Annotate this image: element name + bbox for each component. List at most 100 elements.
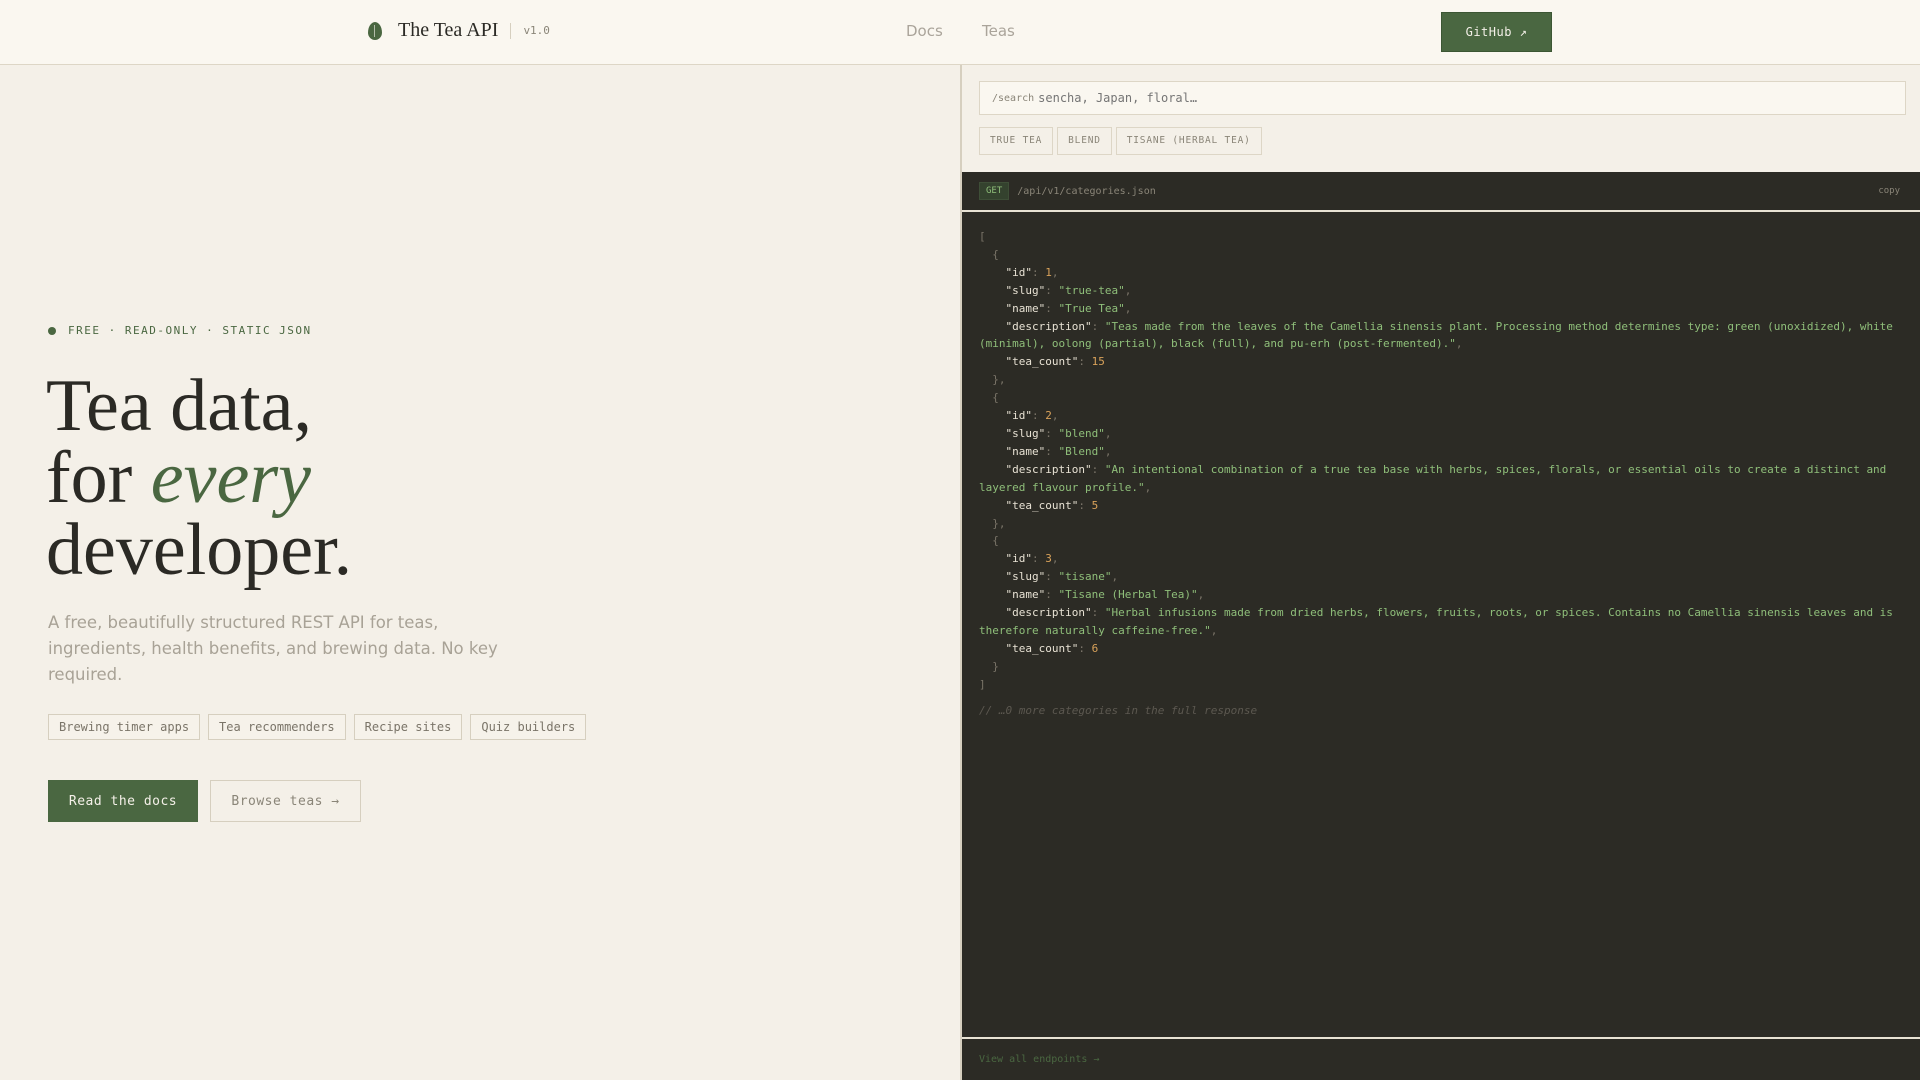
json-comma: , bbox=[1124, 283, 1132, 297]
json-comma: , bbox=[1124, 301, 1132, 315]
json-comment: // …0 more categories in the full respon… bbox=[979, 703, 1258, 717]
json-number: 5 bbox=[1091, 498, 1099, 512]
json-key: "tea_count" bbox=[1005, 355, 1079, 369]
json-key: "description" bbox=[1005, 319, 1092, 333]
filter-blend[interactable]: BLEND bbox=[1057, 127, 1112, 155]
json-brace: }, bbox=[979, 373, 1006, 387]
use-case-chip: Brewing timer apps bbox=[48, 714, 201, 740]
filter-true-tea[interactable]: TRUE TEA bbox=[979, 127, 1054, 155]
read-docs-button[interactable]: Read the docs bbox=[48, 780, 198, 822]
brand-link[interactable]: The Tea API v1.0 bbox=[368, 19, 550, 42]
json-comma: , bbox=[1455, 337, 1463, 351]
json-colon: : bbox=[1045, 570, 1059, 584]
json-brace: { bbox=[979, 247, 999, 261]
nav-teas[interactable]: Teas bbox=[982, 22, 1015, 40]
json-comma: , bbox=[1104, 426, 1112, 440]
hero: FREE · READ-ONLY · STATIC JSON Tea data,… bbox=[0, 65, 960, 1080]
json-string: "tisane" bbox=[1058, 570, 1112, 584]
copy-button[interactable]: copy bbox=[1878, 186, 1900, 196]
endpoint-bar: GET /api/v1/categories.json copy bbox=[962, 172, 1920, 212]
search-bar[interactable]: /search bbox=[979, 81, 1906, 115]
json-colon: : bbox=[1078, 641, 1092, 655]
title-line-3: developer. bbox=[46, 509, 353, 591]
json-key: "slug" bbox=[1005, 283, 1046, 297]
json-colon: : bbox=[1091, 319, 1105, 333]
json-colon: : bbox=[1045, 426, 1059, 440]
github-button[interactable]: GitHub ↗ bbox=[1441, 12, 1552, 52]
use-case-chip: Quiz builders bbox=[470, 714, 587, 740]
json-number: 6 bbox=[1091, 641, 1099, 655]
view-endpoints-link[interactable]: View all endpoints → bbox=[962, 1037, 1920, 1080]
json-brace: { bbox=[979, 534, 999, 548]
json-comma: , bbox=[1210, 623, 1218, 637]
leaf-logo-icon bbox=[368, 21, 382, 40]
json-colon: : bbox=[1032, 552, 1046, 566]
json-response: [ { "id": 1, "slug": "true-tea", "name":… bbox=[962, 212, 1920, 735]
tagline: FREE · READ-ONLY · STATIC JSON bbox=[48, 324, 312, 337]
json-key: "slug" bbox=[1005, 570, 1046, 584]
json-colon: : bbox=[1032, 265, 1046, 279]
hero-lead: A free, beautifully structured REST API … bbox=[48, 613, 498, 684]
json-colon: : bbox=[1045, 444, 1059, 458]
json-colon: : bbox=[1045, 301, 1059, 315]
version-badge: v1.0 bbox=[510, 22, 550, 39]
json-string: "Teas made from the leaves of the Camell… bbox=[979, 319, 1900, 351]
json-comma: , bbox=[1111, 570, 1119, 584]
json-key: "tea_count" bbox=[1005, 498, 1079, 512]
json-key: "description" bbox=[1005, 606, 1092, 620]
category-filters: TRUE TEA BLEND TISANE (HERBAL TEA) bbox=[979, 127, 1262, 155]
json-colon: : bbox=[1045, 588, 1059, 602]
json-brace: { bbox=[979, 391, 999, 405]
json-bracket: [ bbox=[979, 230, 986, 243]
endpoint-path: /api/v1/categories.json bbox=[1017, 185, 1156, 197]
brand-name: The Tea API bbox=[398, 19, 499, 41]
json-colon: : bbox=[1078, 498, 1092, 512]
json-colon: : bbox=[1045, 283, 1059, 297]
json-number: 15 bbox=[1091, 355, 1105, 369]
json-string: "True Tea" bbox=[1058, 301, 1125, 315]
json-colon: : bbox=[1091, 606, 1105, 620]
title-line-2: for bbox=[46, 437, 151, 519]
browse-teas-button[interactable]: Browse teas → bbox=[210, 780, 361, 822]
json-number: 3 bbox=[1045, 552, 1052, 566]
json-number: 2 bbox=[1045, 409, 1052, 423]
json-colon: : bbox=[1078, 355, 1092, 369]
json-comma: , bbox=[1104, 444, 1112, 458]
hero-title: Tea data, for every developer. bbox=[46, 369, 352, 587]
json-string: "true-tea" bbox=[1058, 283, 1125, 297]
use-case-chips: Brewing timer apps Tea recommenders Reci… bbox=[48, 714, 587, 740]
json-key: "name" bbox=[1005, 301, 1046, 315]
json-colon: : bbox=[1032, 409, 1046, 423]
search-label: /search bbox=[992, 92, 1035, 104]
json-comma: , bbox=[1051, 265, 1059, 279]
json-key: "description" bbox=[1005, 462, 1092, 476]
json-string: "Herbal infusions made from dried herbs,… bbox=[979, 606, 1900, 637]
json-key: "id" bbox=[1005, 265, 1033, 279]
json-key: "name" bbox=[1005, 444, 1046, 458]
json-string: "Tisane (Herbal Tea)" bbox=[1058, 588, 1198, 602]
status-dot-icon bbox=[48, 326, 56, 335]
json-key: "name" bbox=[1005, 588, 1046, 602]
title-emphasis: every bbox=[150, 437, 311, 519]
json-key: "slug" bbox=[1005, 426, 1046, 440]
json-bracket: ] bbox=[979, 677, 986, 691]
filter-tisane[interactable]: TISANE (HERBAL TEA) bbox=[1115, 127, 1262, 155]
json-number: 1 bbox=[1045, 265, 1052, 279]
json-key: "id" bbox=[1005, 409, 1033, 423]
json-comma: , bbox=[1144, 480, 1152, 494]
json-comma: , bbox=[1051, 409, 1059, 423]
json-comma: , bbox=[1197, 588, 1205, 602]
nav-docs[interactable]: Docs bbox=[906, 22, 943, 40]
json-brace: }, bbox=[979, 516, 1006, 530]
json-string: "Blend" bbox=[1058, 444, 1105, 458]
use-case-chip: Recipe sites bbox=[353, 714, 463, 740]
method-badge: GET bbox=[979, 182, 1010, 200]
json-string: "An intentional combination of a true te… bbox=[979, 462, 1893, 494]
json-key: "id" bbox=[1005, 552, 1033, 566]
json-comma: , bbox=[1051, 552, 1059, 566]
json-colon: : bbox=[1091, 462, 1105, 476]
json-string: "blend" bbox=[1058, 426, 1105, 440]
json-key: "tea_count" bbox=[1005, 641, 1079, 655]
search-input[interactable] bbox=[1038, 91, 1839, 105]
api-explorer: /search TRUE TEA BLEND TISANE (HERBAL TE… bbox=[960, 65, 1920, 1080]
